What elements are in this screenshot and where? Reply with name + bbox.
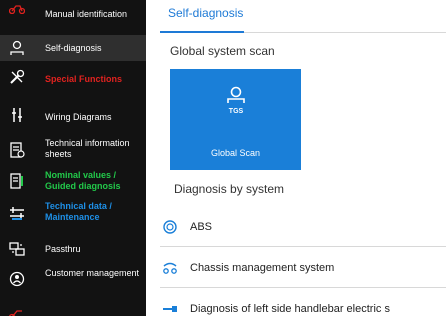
maintenance-icon: [9, 205, 25, 221]
sidebar-item-manual-identification[interactable]: Manual identification: [0, 0, 146, 28]
active-tab-indicator: [160, 31, 244, 33]
sidebar-item-label: Nominal values / Guided diagnosis: [45, 170, 121, 191]
sidebar-item-label: Manual identification: [45, 9, 128, 19]
system-row-chassis[interactable]: Chassis management system: [160, 248, 446, 288]
customer-icon: [9, 271, 25, 287]
sidebar-item-passthru[interactable]: Passthru: [0, 236, 146, 262]
tab-self-diagnosis[interactable]: Self-diagnosis: [168, 6, 243, 20]
chassis-icon: [162, 261, 178, 275]
sidebar-item-label: Special Functions: [45, 74, 123, 84]
abs-icon: [162, 220, 178, 234]
gauge-icon: [9, 173, 25, 189]
system-row-abs[interactable]: ABS: [160, 207, 446, 247]
tile-badge-text: TGS: [229, 108, 244, 115]
sidebar-item-wiring-diagrams[interactable]: Wiring Diagrams: [0, 102, 146, 130]
sidebar-item-self-diagnosis[interactable]: Self-diagnosis: [0, 35, 146, 61]
sidebar: Manual identification Self-diagnosis Spe…: [0, 0, 146, 316]
system-label: Chassis management system: [190, 262, 335, 274]
sidebar-item-nominal-values[interactable]: Nominal values / Guided diagnosis: [0, 166, 146, 196]
sidebar-item-technical-data[interactable]: Technical data / Maintenance: [0, 196, 146, 228]
tools-icon: [9, 69, 25, 85]
sidebar-item-customer-management[interactable]: Customer management: [0, 264, 146, 294]
system-label: ABS: [190, 221, 213, 233]
sidebar-item-label: Wiring Diagrams: [45, 112, 112, 122]
row-divider: [160, 287, 446, 288]
global-scan-heading: Global system scan: [170, 44, 275, 58]
sidebar-item-label: Self-diagnosis: [45, 43, 102, 53]
system-row-handlebar[interactable]: Diagnosis of left side handlebar electri…: [160, 289, 446, 316]
wiring-icon: [9, 107, 25, 123]
sidebar-item-label: Passthru: [45, 244, 81, 254]
sidebar-item-label: Technical data / Maintenance: [45, 201, 112, 222]
handlebar-icon: [162, 302, 178, 316]
sidebar-item-label: Technical information sheets: [45, 138, 130, 159]
motorcycle-icon: [9, 0, 25, 16]
motorcycle-icon: [9, 306, 25, 316]
user-search-icon: [9, 40, 25, 56]
sidebar-item-special-functions[interactable]: Special Functions: [0, 64, 146, 92]
main-panel: Self-diagnosis Global system scan TGS Gl…: [146, 0, 446, 316]
tgs-scan-icon: TGS: [225, 86, 247, 116]
global-scan-tile[interactable]: TGS Global Scan: [170, 69, 301, 170]
document-icon: [9, 142, 25, 158]
global-scan-label: Global Scan: [210, 148, 261, 158]
system-label: Diagnosis of left side handlebar electri…: [190, 303, 390, 315]
passthru-icon: [9, 241, 25, 257]
diagnosis-by-system-heading: Diagnosis by system: [174, 182, 285, 196]
sidebar-item-partial[interactable]: [0, 302, 146, 316]
sidebar-item-technical-information-sheets[interactable]: Technical information sheets: [0, 134, 146, 164]
row-divider: [160, 246, 446, 247]
sidebar-item-label: Customer management: [45, 268, 140, 278]
